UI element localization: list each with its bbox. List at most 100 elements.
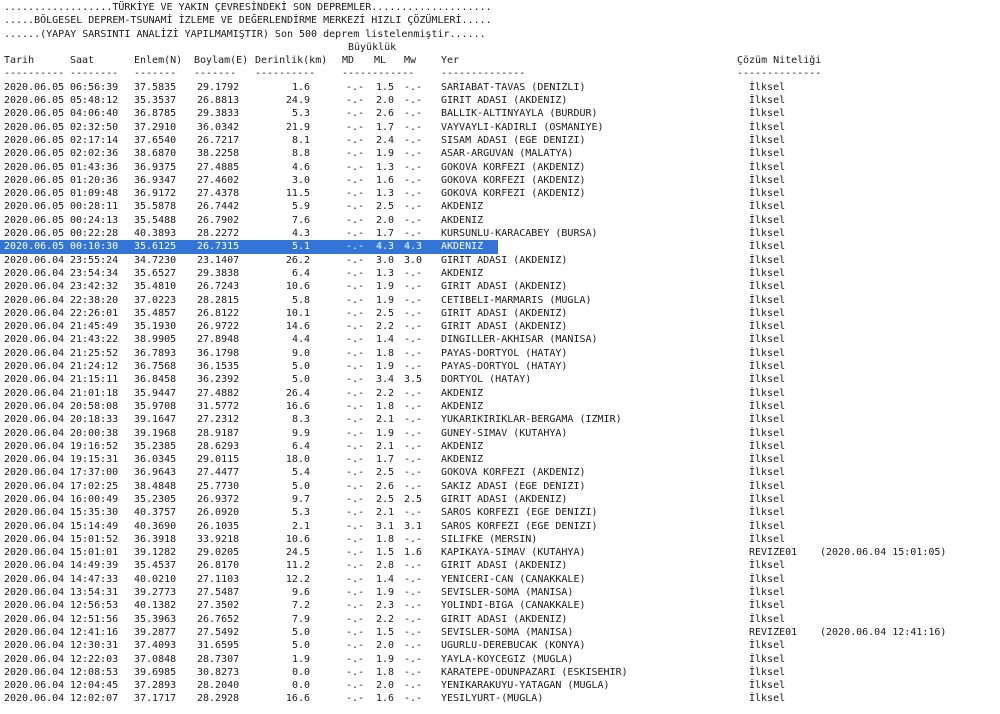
cell-date: 2020.06.04: [4, 520, 65, 532]
table-row[interactable]: 2020.06.04 15:14:49 40.3690 26.1035 2.1 -.- 3.…: [4, 520, 996, 533]
cell-md: -.-: [346, 108, 365, 120]
cell-quality: İlksel: [749, 307, 786, 319]
cell-place: DINGILLER-AKHISAR (MANISA): [441, 334, 598, 346]
cell-date: 2020.06.05: [4, 108, 65, 120]
table-row[interactable]: 2020.06.05 01:20:36 36.9347 27.4602 3.0 -.- 1.…: [4, 174, 996, 187]
cell-longitude: 36.1798: [197, 347, 240, 359]
table-row[interactable]: 2020.06.05 00:10:30 35.6125 26.7315 5.1 -.- 4.…: [0, 240, 996, 254]
cell-time: 21:15:11: [70, 374, 119, 386]
table-row[interactable]: 2020.06.04 23:54:34 35.6527 29.3838 6.4 -.- 1.…: [4, 267, 996, 280]
cell-time: 14:49:39: [70, 560, 119, 572]
cell-place: GOKOVA KORFEZI (AKDENIZ): [441, 174, 586, 186]
table-row[interactable]: 2020.06.05 05:48:12 35.3537 26.8813 24.9 -.- 2…: [4, 94, 996, 107]
cell-ml: 3.0: [376, 254, 395, 266]
cell-date: 2020.06.04: [4, 400, 65, 412]
cell-ml: 2.6: [376, 108, 395, 120]
cell-depth: 5.0: [291, 361, 310, 373]
cell-time: 14:47:33: [70, 573, 119, 585]
cell-longitude: 29.1792: [197, 81, 240, 93]
cell-date: 2020.06.04: [4, 640, 65, 652]
cell-depth: 8.1: [291, 134, 310, 146]
table-row[interactable]: 2020.06.04 15:01:01 39.1282 29.0205 24.5 -.- 1…: [4, 546, 996, 559]
table-row[interactable]: 2020.06.04 19:16:52 35.2385 28.6293 6.4 -.- 2.…: [4, 440, 996, 453]
cell-longitude: 27.2312: [197, 414, 240, 426]
cell-ml: 2.5: [376, 201, 395, 213]
table-row[interactable]: 2020.06.04 16:00:49 35.2305 26.9372 9.7 -.- 2.…: [4, 493, 996, 506]
cell-place: SISAM ADASI (EGE DENIZI): [441, 134, 586, 146]
cell-date: 2020.06.05: [4, 81, 65, 93]
table-row[interactable]: 2020.06.04 21:25:52 36.7893 36.1798 9.0 -.- 1.…: [4, 347, 996, 360]
cell-longitude: 27.4477: [197, 467, 240, 479]
cell-ml: 1.9: [376, 148, 395, 160]
table-row[interactable]: 2020.06.04 21:01:18 35.9447 27.4882 26.4 -.- 2…: [4, 387, 996, 400]
cell-place: GIRIT ADASI (AKDENIZ): [441, 560, 568, 572]
table-row[interactable]: 2020.06.05 06:56:39 37.5835 29.1792 1.6 -.- 1.…: [4, 81, 996, 94]
table-row[interactable]: 2020.06.04 12:30:31 37.4093 31.6595 5.0 -.- 2.…: [4, 639, 996, 652]
table-row[interactable]: 2020.06.04 17:37:00 36.9643 27.4477 5.4 -.- 2.…: [4, 466, 996, 479]
cell-latitude: 35.4857: [134, 307, 177, 319]
table-row[interactable]: 2020.06.05 02:02:36 38.6870 38.2258 8.8 -.- 1.…: [4, 147, 996, 160]
table-row[interactable]: 2020.06.04 12:08:53 39.6985 30.8273 0.0 -.- 1.…: [4, 666, 996, 679]
table-row[interactable]: 2020.06.05 02:32:50 37.2910 36.0342 21.9 -.- 1…: [4, 121, 996, 134]
table-row[interactable]: 2020.06.04 22:38:20 37.0223 28.2815 5.8 -.- 1.…: [4, 294, 996, 307]
cell-longitude: 27.4882: [197, 387, 240, 399]
table-row[interactable]: 2020.06.04 22:26:01 35.4857 26.8122 10.1 -.- 2…: [4, 307, 996, 320]
table-row[interactable]: 2020.06.04 12:41:16 39.2877 27.5492 5.0 -.- 1.…: [4, 626, 996, 639]
cell-place: SEVISLER-SOMA (MANISA): [441, 587, 574, 599]
table-row[interactable]: 2020.06.04 19:15:31 36.0345 29.0115 18.0 -.- 1…: [4, 453, 996, 466]
table-row[interactable]: 2020.06.04 20:58:08 35.9708 31.5772 16.6 -.- 1…: [4, 400, 996, 413]
table-row[interactable]: 2020.06.04 14:49:39 35.4537 26.8170 11.2 -.- 2…: [4, 559, 996, 572]
rule-magnitude: ------------: [342, 68, 415, 80]
cell-longitude: 28.2272: [197, 228, 240, 240]
table-row[interactable]: 2020.06.04 12:02:07 37.1717 28.2928 16.6 -.- 1…: [4, 692, 996, 705]
cell-revise-time: (2020.06.04 15:01:05): [820, 547, 947, 559]
table-row[interactable]: 2020.06.04 20:00:38 39.1968 28.9187 9.9 -.- 1.…: [4, 427, 996, 440]
table-row[interactable]: 2020.06.04 21:43:22 38.9905 27.8948 4.4 -.- 1.…: [4, 333, 996, 346]
table-row[interactable]: 2020.06.05 01:43:36 36.9375 27.4885 4.6 -.- 1.…: [4, 161, 996, 174]
table-row[interactable]: 2020.06.04 14:47:33 40.0210 27.1103 12.2 -.- 1…: [4, 573, 996, 586]
rule-place: --------------: [441, 68, 526, 80]
table-row[interactable]: 2020.06.04 12:04:45 37.2893 28.2040 0.0 -.- 2.…: [4, 679, 996, 692]
cell-longitude: 26.1035: [197, 520, 240, 532]
cell-quality: İlksel: [749, 374, 786, 386]
cell-place: AKDENIZ: [441, 214, 484, 226]
table-row[interactable]: 2020.06.05 04:06:40 36.8785 29.3833 5.3 -.- 2.…: [4, 107, 996, 120]
cell-date: 2020.06.04: [4, 307, 65, 319]
cell-date: 2020.06.04: [4, 493, 65, 505]
table-row[interactable]: 2020.06.04 21:45:49 35.1930 26.9722 14.6 -.- 2…: [4, 320, 996, 333]
table-row[interactable]: 2020.06.04 15:01:52 36.3918 33.9218 10.6 -.- 1…: [4, 533, 996, 546]
cell-longitude: 26.0920: [197, 507, 240, 519]
cell-latitude: 35.9708: [134, 400, 177, 412]
cell-latitude: 35.4810: [134, 281, 177, 293]
cell-md: -.-: [346, 281, 365, 293]
table-row[interactable]: 2020.06.05 00:22:28 40.3893 28.2272 4.3 -.- 1.…: [4, 227, 996, 240]
table-row[interactable]: 2020.06.04 17:02:25 38.4848 25.7730 5.0 -.- 2.…: [4, 480, 996, 493]
table-row[interactable]: 2020.06.04 21:15:11 36.8458 36.2392 5.0 -.- 3.…: [4, 373, 996, 386]
table-row[interactable]: 2020.06.04 20:18:33 39.1647 27.2312 8.3 -.- 2.…: [4, 413, 996, 426]
table-row[interactable]: 2020.06.05 01:09:48 36.9172 27.4378 11.5 -.- 1…: [4, 187, 996, 200]
cell-time: 04:06:40: [70, 108, 119, 120]
cell-latitude: 36.9347: [134, 174, 177, 186]
cell-time: 15:35:30: [70, 507, 119, 519]
table-row[interactable]: 2020.06.05 00:28:11 35.5878 26.7442 5.9 -.- 2.…: [4, 200, 996, 213]
cell-place: AKDENIZ: [441, 440, 484, 452]
table-row[interactable]: 2020.06.04 23:42:32 35.4810 26.7243 10.6 -.- 1…: [4, 280, 996, 293]
table-row[interactable]: 2020.06.05 02:17:14 37.6540 26.7217 8.1 -.- 2.…: [4, 134, 996, 147]
cell-depth: 9.0: [291, 347, 310, 359]
cell-longitude: 29.0115: [197, 454, 240, 466]
cell-time: 22:26:01: [70, 307, 119, 319]
cell-quality: İlksel: [749, 414, 786, 426]
table-row[interactable]: 2020.06.04 15:35:30 40.3757 26.0920 5.3 -.- 2.…: [4, 506, 996, 519]
table-row[interactable]: 2020.06.04 12:56:53 40.1382 27.3502 7.2 -.- 2.…: [4, 599, 996, 612]
table-row[interactable]: 2020.06.04 12:51:56 35.3963 26.7652 7.9 -.- 2.…: [4, 613, 996, 626]
cell-date: 2020.06.05: [4, 228, 65, 240]
cell-md: -.-: [346, 507, 365, 519]
table-row[interactable]: 2020.06.04 13:54:31 39.2773 27.5487 9.6 -.- 1.…: [4, 586, 996, 599]
cell-latitude: 40.1382: [134, 600, 177, 612]
table-row[interactable]: 2020.06.04 23:55:24 34.7230 23.1407 26.2 -.- 3…: [4, 254, 996, 267]
table-row[interactable]: 2020.06.04 21:24:12 36.7568 36.1535 5.0 -.- 1.…: [4, 360, 996, 373]
table-row[interactable]: 2020.06.05 00:24:13 35.5488 26.7902 7.6 -.- 2.…: [4, 214, 996, 227]
cell-depth: 10.6: [285, 533, 310, 545]
table-row[interactable]: 2020.06.04 12:22:03 37.0848 28.7307 1.9 -.- 1.…: [4, 653, 996, 666]
cell-quality: İlksel: [749, 281, 786, 293]
